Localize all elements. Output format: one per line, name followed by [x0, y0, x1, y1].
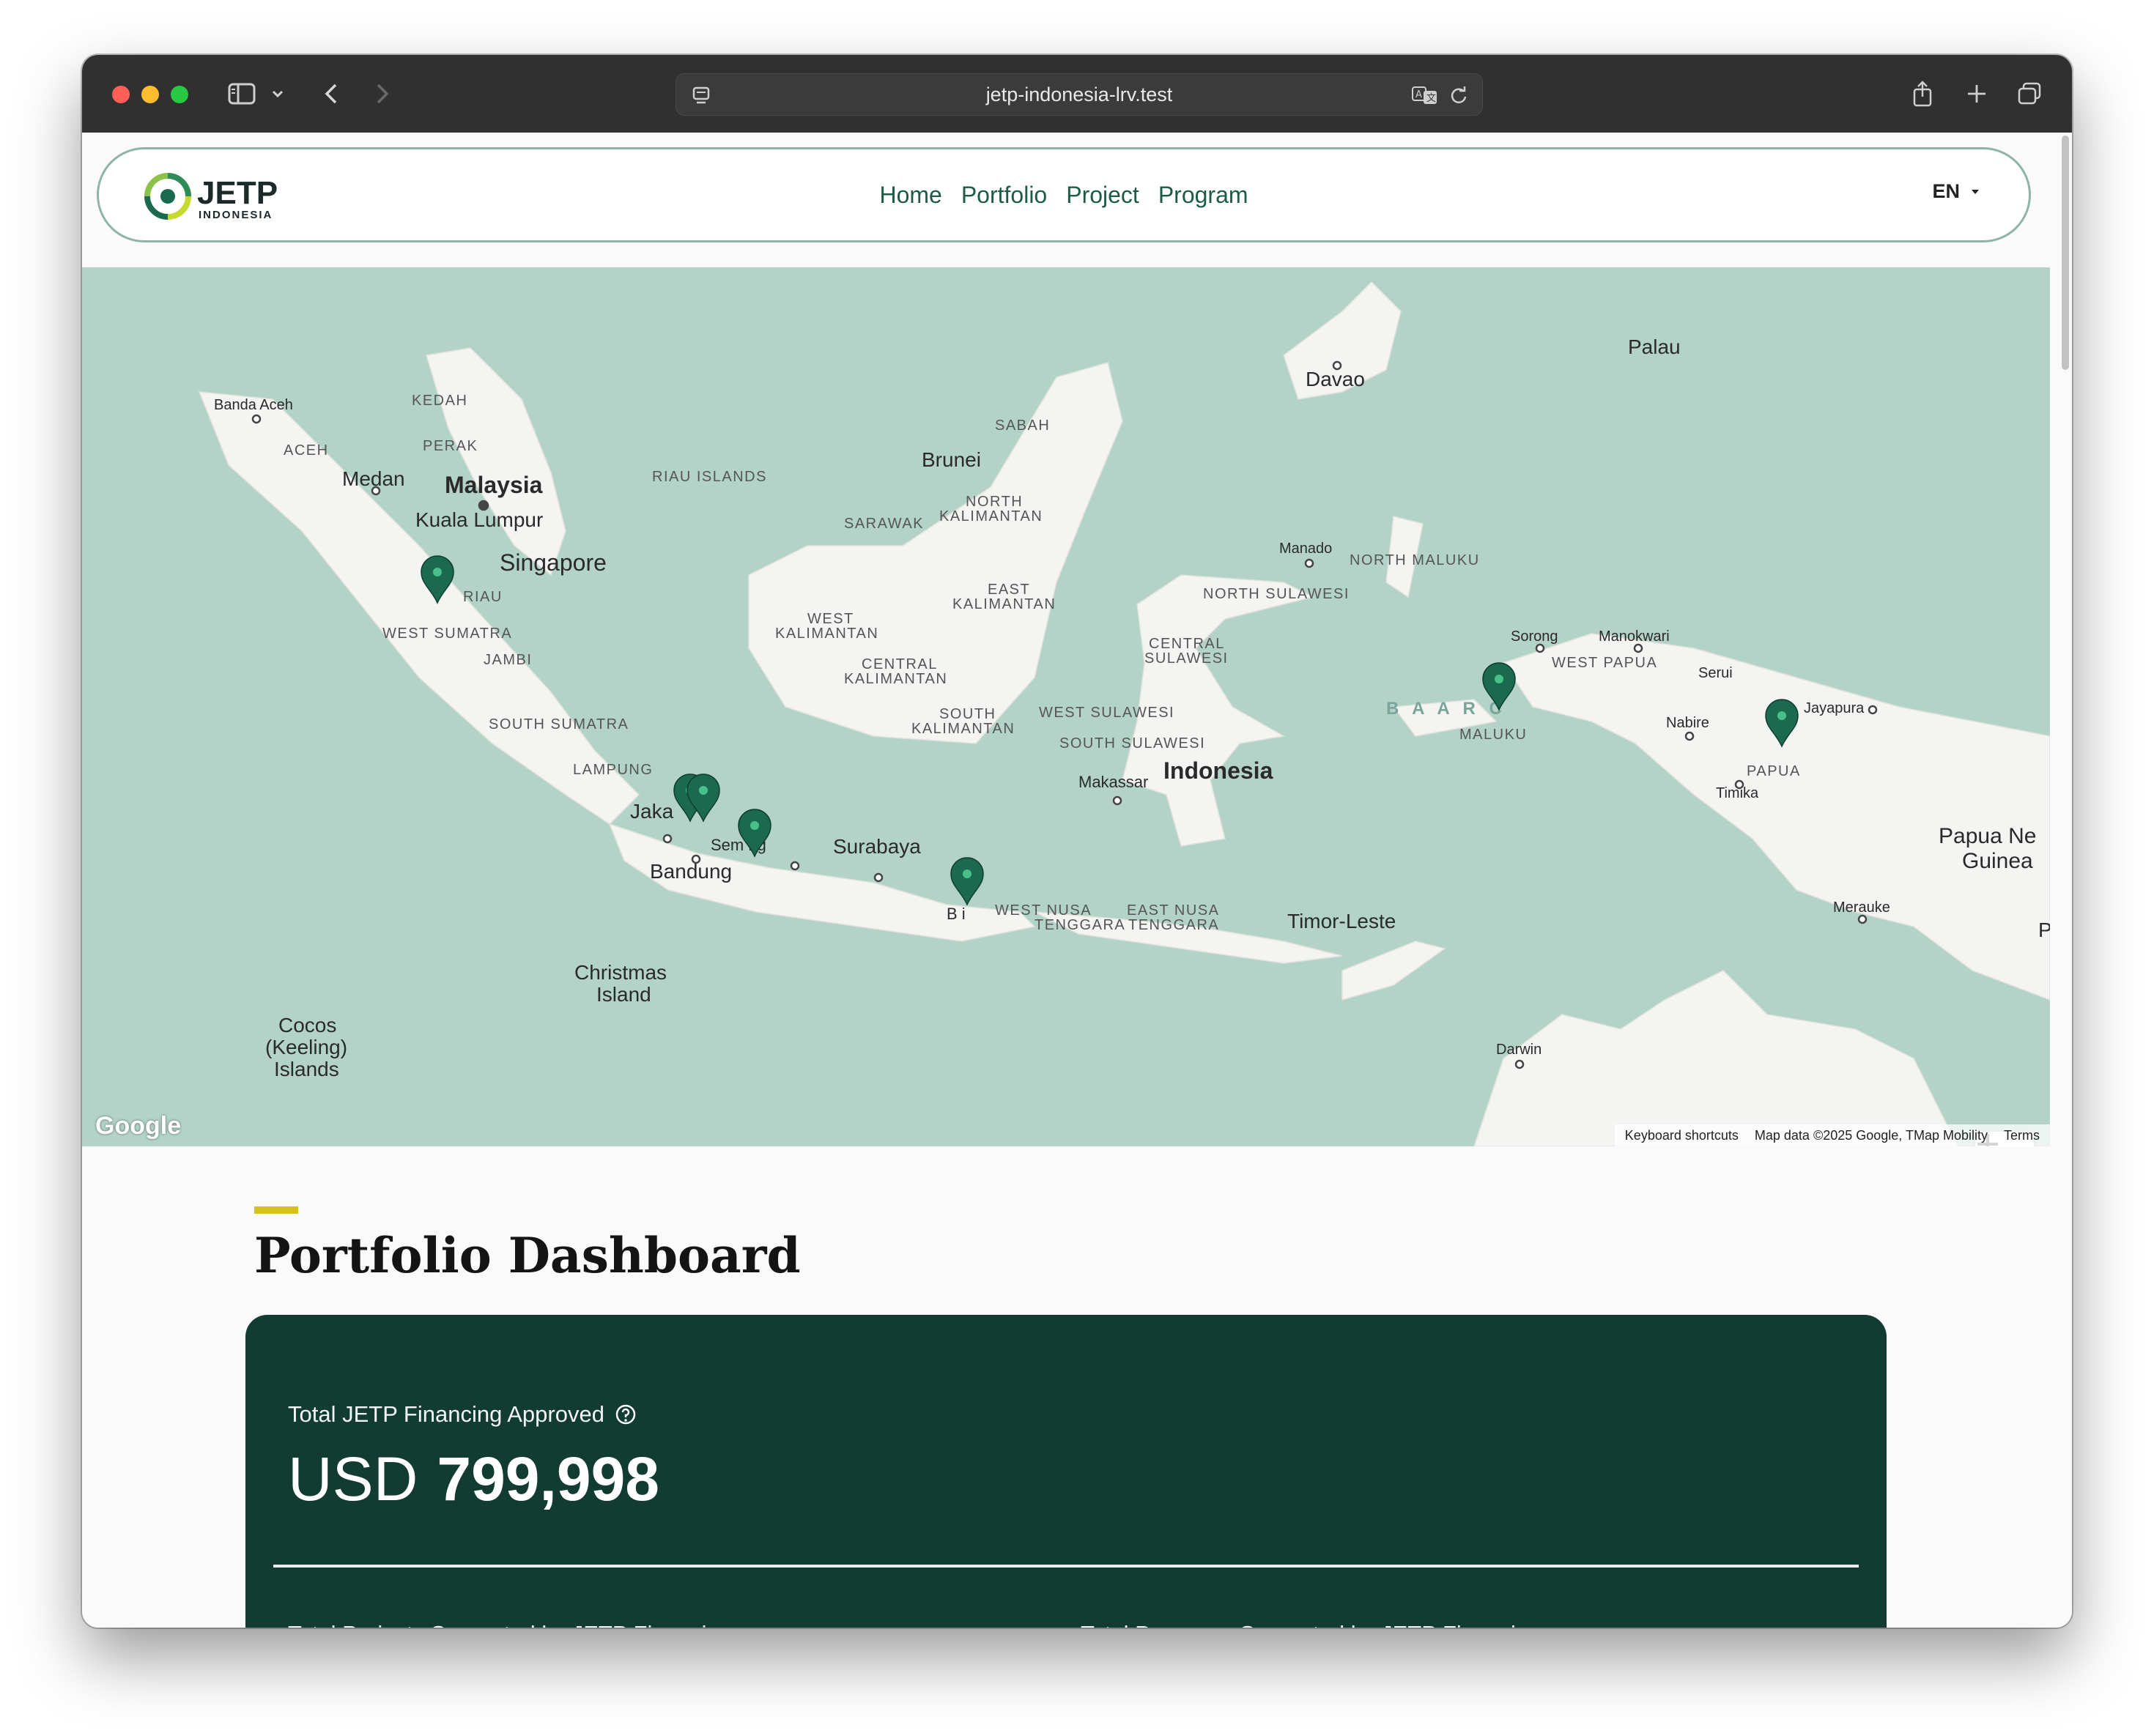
chevron-down-icon[interactable] [267, 77, 289, 111]
riau-marker[interactable] [421, 555, 454, 604]
svg-text:文: 文 [1426, 93, 1436, 104]
currency-label: USD [288, 1444, 418, 1513]
caret-down-icon [1972, 189, 1979, 194]
language-label: EN [1932, 180, 1960, 202]
minimize-window-button[interactable] [141, 86, 159, 103]
reload-icon[interactable] [1446, 78, 1472, 112]
back-icon[interactable] [317, 77, 346, 111]
terms-link[interactable]: Terms [2004, 1128, 2040, 1143]
help-icon[interactable] [615, 1403, 637, 1425]
financing-value: USD 799,998 [288, 1444, 659, 1515]
keyboard-shortcuts-link[interactable]: Keyboard shortcuts [1625, 1128, 1739, 1143]
financing-amount: 799,998 [437, 1444, 659, 1513]
financing-summary-card: Total JETP Financing Approved USD 799,998… [245, 1315, 1887, 1628]
google-logo[interactable]: Google [95, 1112, 181, 1140]
map-attribution: Keyboard shortcuts Map data ©2025 Google… [1614, 1124, 2050, 1146]
financing-label-row: Total JETP Financing Approved [288, 1401, 637, 1428]
svg-text:A: A [1415, 89, 1422, 100]
nav-program[interactable]: Program [1158, 182, 1248, 209]
dashboard-title: Portfolio Dashboard [254, 1227, 801, 1284]
card-divider [273, 1565, 1859, 1568]
papua-marker[interactable] [1765, 699, 1799, 748]
title-accent-bar [254, 1206, 298, 1214]
site-navbar: JETP INDONESIA Home Portfolio Project Pr… [97, 147, 2031, 242]
nav-project[interactable]: Project [1066, 182, 1139, 209]
nav-portfolio[interactable]: Portfolio [961, 182, 1047, 209]
bali-marker[interactable] [950, 857, 984, 906]
main-nav: Home Portfolio Project Program [99, 149, 2029, 240]
map-data-text: Map data ©2025 Google, TMap Mobility [1754, 1127, 1988, 1143]
share-icon[interactable] [1906, 77, 1939, 111]
project-map[interactable]: Banda Aceh KEDAH ACEH PERAK Medan Malays… [82, 267, 2050, 1146]
map-marker-layer [421, 555, 1799, 906]
close-window-button[interactable] [112, 86, 130, 103]
forward-icon[interactable] [368, 77, 397, 111]
scrollbar[interactable] [2062, 136, 2069, 370]
browser-window: jetp-indonesia-lrv.test A文 JETP INDONESI… [82, 55, 2072, 1628]
zoom-window-button[interactable] [171, 86, 188, 103]
url-text[interactable]: jetp-indonesia-lrv.test [676, 74, 1482, 115]
portfolio-dashboard: Portfolio Dashboard Total JETP Financing… [82, 1146, 2072, 1628]
semarang-marker[interactable] [738, 809, 771, 858]
nav-home[interactable]: Home [879, 182, 941, 209]
language-selector[interactable]: EN [1932, 180, 1980, 203]
maluku-marker[interactable] [1482, 662, 1516, 711]
translate-icon[interactable]: A文 [1409, 78, 1441, 112]
sidebar-icon[interactable] [225, 77, 259, 111]
browser-titlebar: jetp-indonesia-lrv.test A文 [82, 55, 2072, 133]
financing-label: Total JETP Financing Approved [288, 1401, 604, 1427]
programs-label: Total Programs Supported by JETP Financi… [1081, 1621, 1541, 1628]
page-content: JETP INDONESIA Home Portfolio Project Pr… [82, 133, 2072, 1628]
tab-overview-icon[interactable] [2013, 77, 2046, 111]
projects-label: Total Projects Supported by JETP Financi… [288, 1621, 732, 1628]
new-tab-icon[interactable] [1961, 77, 1993, 111]
address-bar[interactable]: jetp-indonesia-lrv.test A文 [676, 73, 1483, 116]
